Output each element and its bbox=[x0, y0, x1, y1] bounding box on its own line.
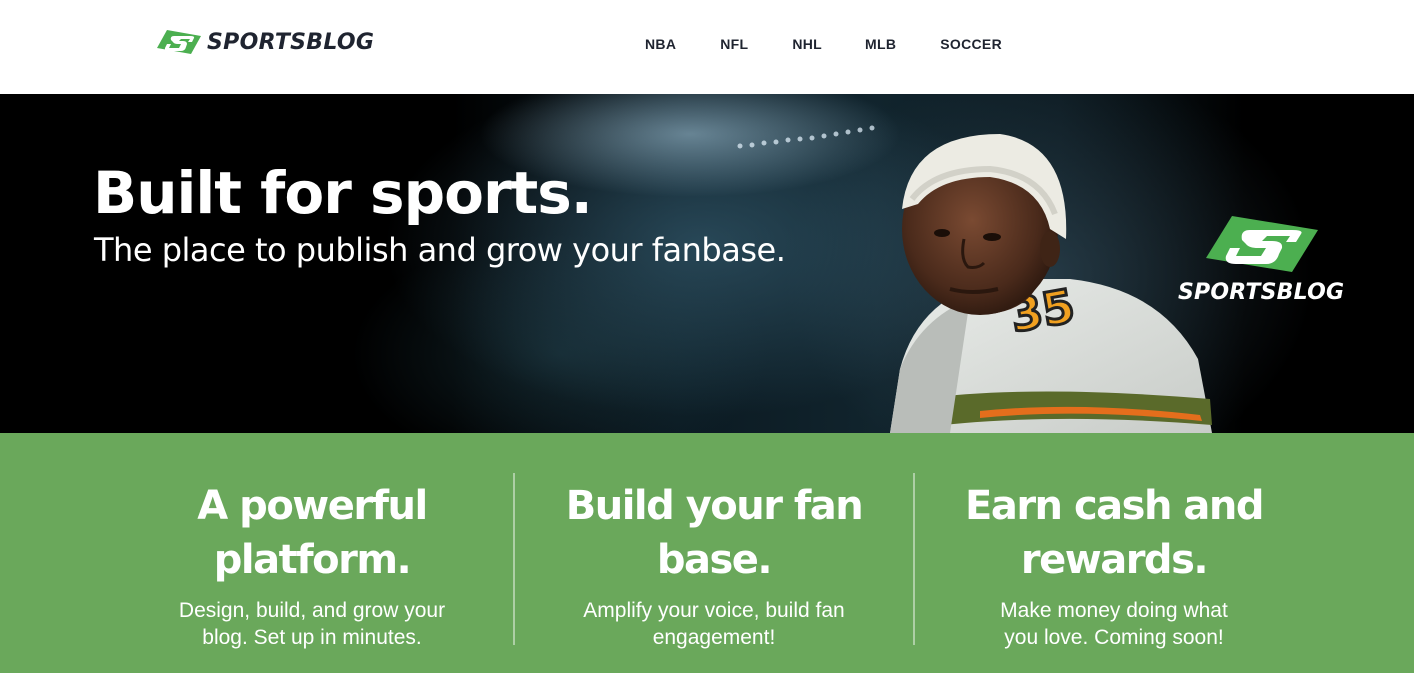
hero-logo-wordmark: SPORTSBLOG bbox=[1178, 280, 1345, 305]
feature-text-line: you love. Coming soon! bbox=[1004, 626, 1224, 649]
features-section: A powerful platform. Design, build, and … bbox=[0, 433, 1414, 673]
nav-item-nhl[interactable]: NHL bbox=[792, 36, 822, 52]
feature-text-line: Amplify your voice, build fan bbox=[583, 599, 845, 622]
hero-title: Built for sports. bbox=[93, 159, 593, 227]
site-header: SPORTSBLOG NBA NFL NHL MLB SOCCER bbox=[0, 0, 1414, 94]
feature-description: Design, build, and grow your blog. Set u… bbox=[112, 597, 512, 651]
feature-title-line: Build your fan bbox=[565, 483, 864, 529]
feature-title: Build your fan base. bbox=[514, 479, 914, 587]
feature-title-line: platform. bbox=[213, 537, 412, 583]
hero-banner: Built for sports. The place to publish a… bbox=[0, 94, 1414, 433]
hero-brand-logo: SPORTSBLOG bbox=[1178, 214, 1358, 309]
logo-wordmark: SPORTSBLOG bbox=[207, 29, 375, 55]
feature-title: Earn cash and rewards. bbox=[914, 479, 1314, 587]
feature-platform: A powerful platform. Design, build, and … bbox=[112, 479, 512, 651]
feature-title-line: rewards. bbox=[1020, 537, 1209, 583]
nav-item-nba[interactable]: NBA bbox=[645, 36, 676, 52]
feature-description: Make money doing what you love. Coming s… bbox=[914, 597, 1314, 651]
football-player-image: 35 bbox=[890, 134, 1212, 433]
main-nav: NBA NFL NHL MLB SOCCER bbox=[645, 36, 1002, 52]
feature-title-line: A powerful bbox=[197, 483, 428, 529]
feature-title-line: Earn cash and bbox=[965, 483, 1264, 529]
nav-item-mlb[interactable]: MLB bbox=[865, 36, 896, 52]
feature-title-line: base. bbox=[656, 537, 773, 583]
feature-title: A powerful platform. bbox=[112, 479, 512, 587]
feature-text-line: Make money doing what bbox=[1000, 599, 1228, 622]
stadium-lights bbox=[737, 125, 875, 149]
nav-item-soccer[interactable]: SOCCER bbox=[940, 36, 1002, 52]
feature-text-line: blog. Set up in minutes. bbox=[202, 626, 422, 649]
site-logo[interactable]: SPORTSBLOG bbox=[157, 28, 374, 56]
feature-fan-base: Build your fan base. Amplify your voice,… bbox=[514, 479, 914, 651]
sportsblog-s-logo-icon bbox=[157, 30, 201, 54]
feature-description: Amplify your voice, build fan engagement… bbox=[514, 597, 914, 651]
feature-text-line: Design, build, and grow your bbox=[178, 599, 446, 622]
feature-earn-cash: Earn cash and rewards. Make money doing … bbox=[914, 479, 1314, 651]
nav-item-nfl[interactable]: NFL bbox=[720, 36, 748, 52]
sportsblog-s-logo-icon bbox=[1206, 216, 1318, 272]
hero-subtitle: The place to publish and grow your fanba… bbox=[94, 231, 786, 269]
feature-text-line: engagement! bbox=[652, 626, 776, 649]
